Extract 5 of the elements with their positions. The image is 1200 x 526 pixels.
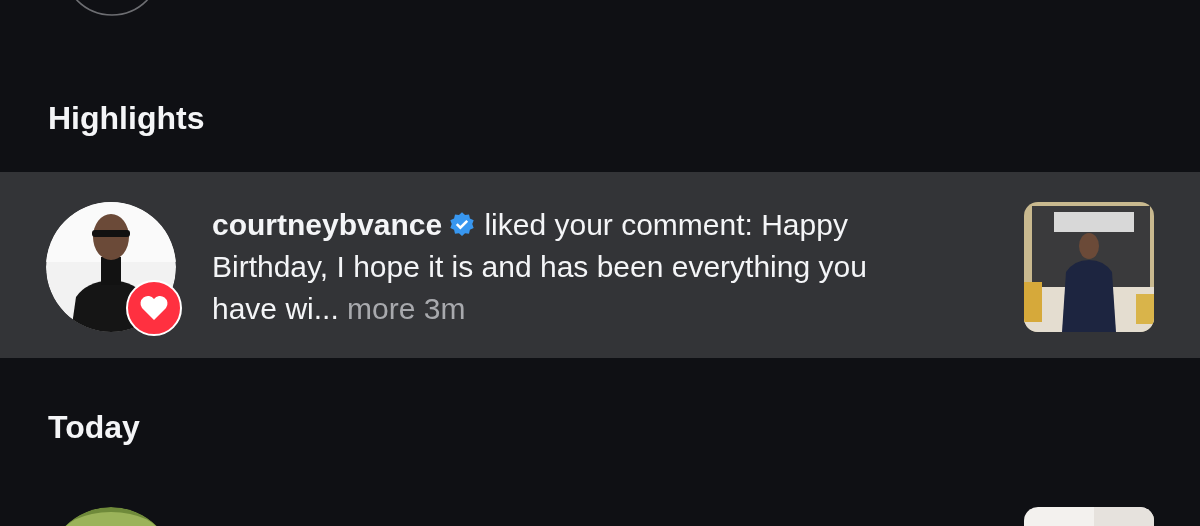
more-link[interactable]: more [347, 292, 416, 325]
section-title: Highlights [47, 99, 206, 138]
notification-text: courtneybvance liked your comment: Happy Birthday, I hope it is and has been everything you have wi... more 3m [212, 207, 868, 327]
section-title: Today [47, 408, 141, 447]
notification-row[interactable]: courtneybvance liked your comment: Happy Birthday, I hope it is and has been everything you have wi... more 3m [0, 172, 1200, 358]
